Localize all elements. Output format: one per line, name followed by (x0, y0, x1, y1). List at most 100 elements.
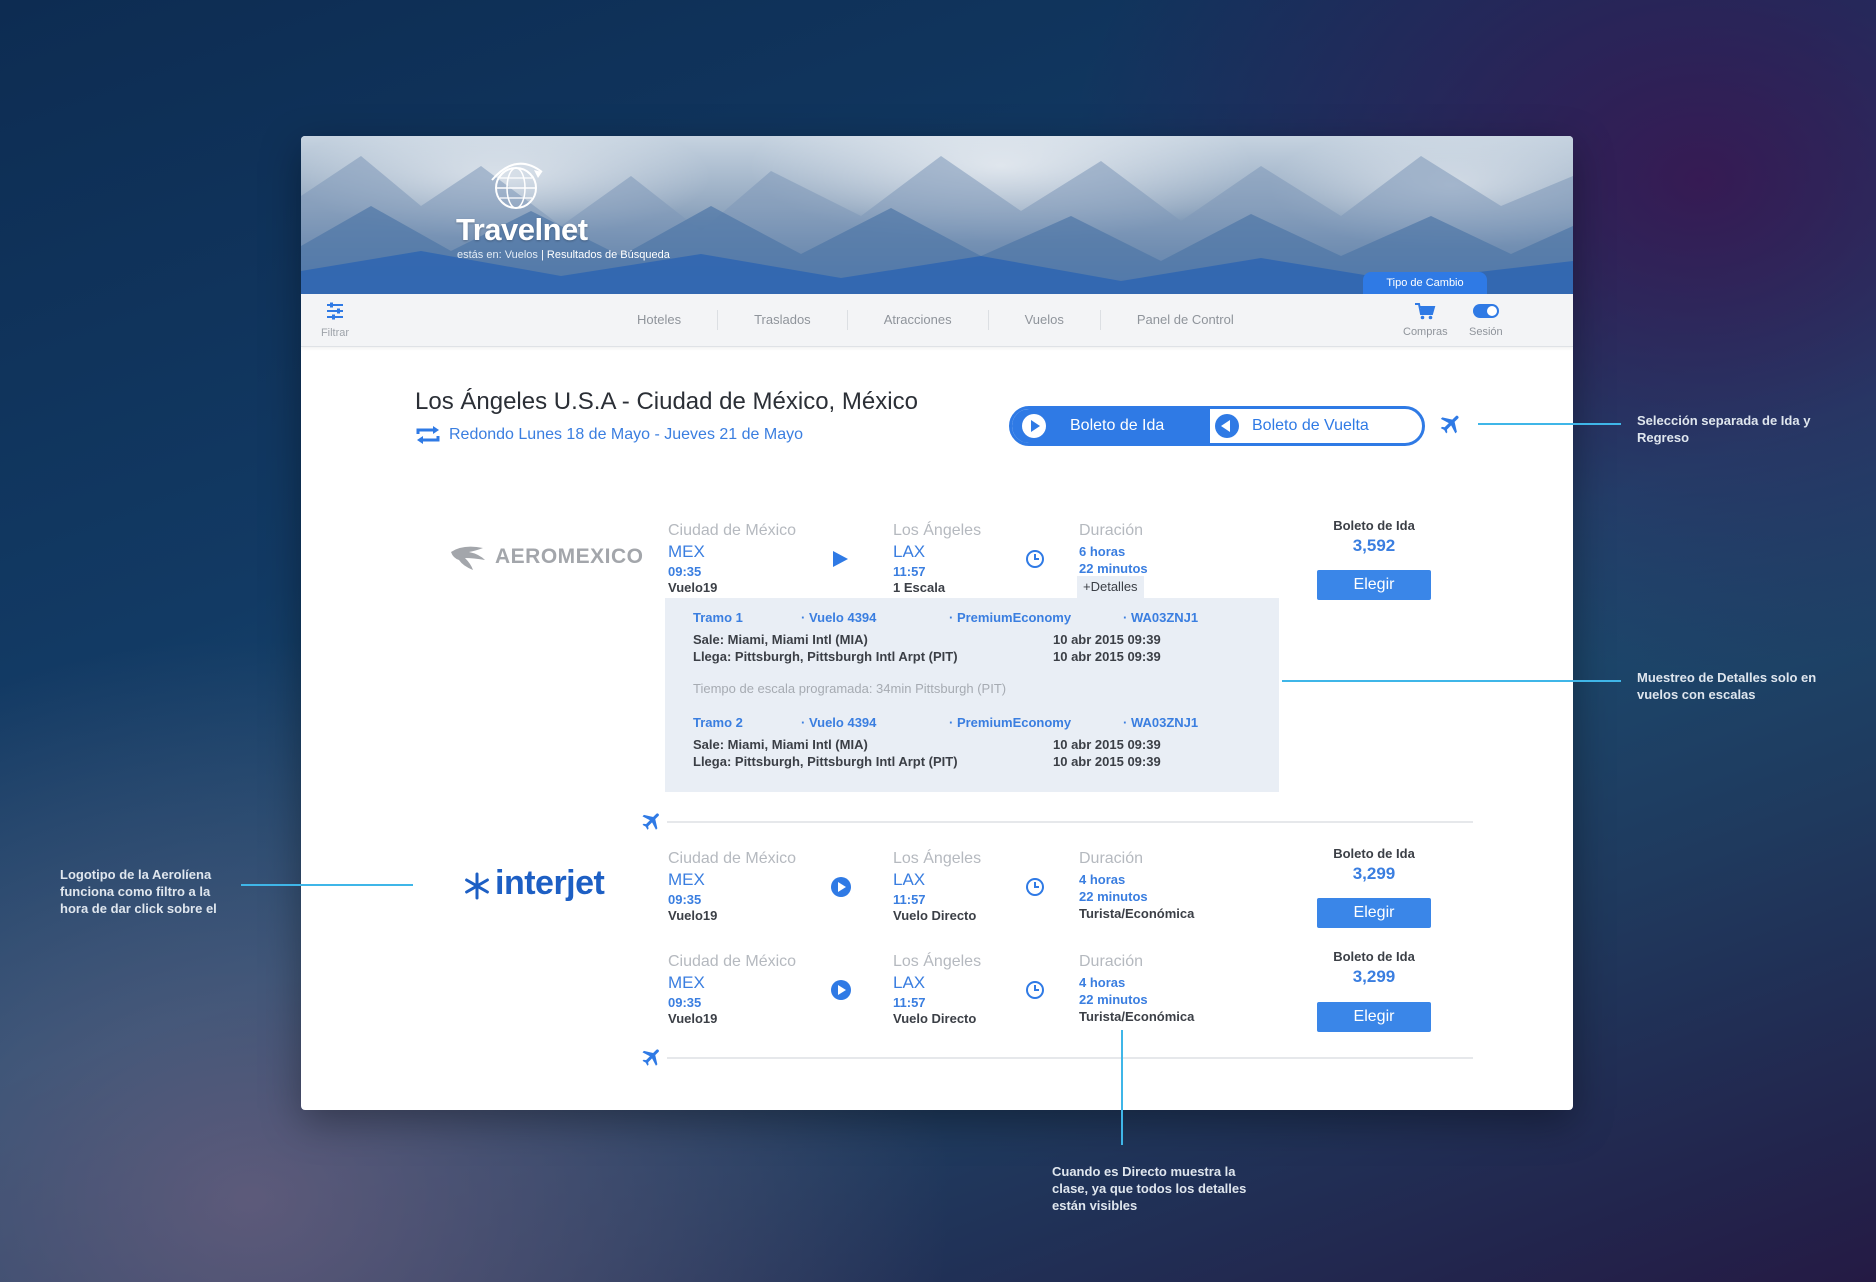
leg-arrival: Llega: Pittsburgh, Pittsburgh Intl Arpt … (693, 649, 958, 664)
sliders-icon (327, 302, 343, 320)
flight-number: Vuelo19 (668, 1011, 718, 1026)
price-label: Boleto de Ida (1333, 846, 1415, 861)
annotation-text: están visibles (1052, 1198, 1138, 1213)
leg-flight: · Vuelo 4394 (801, 715, 877, 730)
leg-cabin: · PremiumEconomy (949, 610, 1072, 625)
route-title: Los Ángeles U.S.A - Ciudad de México, Mé… (415, 388, 918, 415)
annotation-text: Logotipo de la Aerolíena (60, 867, 212, 882)
logo-text: Travelnet (456, 212, 588, 247)
top-nav: Filtrar Hoteles Traslados Atracciones Vu… (301, 294, 1573, 347)
flight-details-panel: Tramo 1 · Vuelo 4394 · PremiumEconomy · … (665, 598, 1279, 792)
leg-departure: Sale: Miami, Miami Intl (MIA) (693, 737, 868, 752)
origin-code: MEX (668, 870, 705, 889)
price-value: 3,299 (1352, 864, 1396, 883)
leg-arrival: Llega: Pittsburgh, Pittsburgh Intl Arpt … (693, 754, 958, 769)
duration-label: Duración (1079, 953, 1144, 970)
tab-return[interactable]: Boleto de Vuelta (1210, 409, 1422, 443)
price-value: 3,592 (1352, 536, 1396, 555)
leg-label: Tramo 2 (693, 715, 743, 730)
exchange-rate-tab[interactable]: Tipo de Cambio (1363, 272, 1487, 294)
menu-item-panel[interactable]: Panel de Control (1099, 310, 1270, 330)
session-button[interactable]: Sesión (1469, 302, 1503, 338)
leg-departure: Sale: Miami, Miami Intl (MIA) (693, 632, 868, 647)
flight-number: Vuelo19 (668, 580, 718, 595)
leg-label: Tramo 1 (693, 610, 743, 625)
price-label: Boleto de Ida (1333, 518, 1415, 533)
origin-code: MEX (668, 542, 705, 561)
annotation-text: Muestreo de Detalles solo en (1637, 670, 1817, 685)
clock-icon (1026, 878, 1044, 896)
filter-button[interactable]: Filtrar (317, 302, 353, 339)
duration-minutes: 22 minutos (1079, 992, 1148, 1007)
annotation-line (1478, 423, 1621, 425)
trip-dates: Redondo Lunes 18 de Mayo - Jueves 21 de … (415, 426, 803, 444)
duration-hours: 4 horas (1079, 872, 1126, 887)
cart-icon (1415, 303, 1436, 320)
annotation-text: hora de dar click sobre el (60, 901, 217, 916)
menu-item-hoteles[interactable]: Hoteles (601, 310, 717, 330)
breadcrumb-separator: | (540, 249, 544, 261)
cart-label: Compras (1403, 326, 1448, 338)
arrival-time: 11:57 (893, 892, 926, 907)
choose-button[interactable]: Elegir (1317, 570, 1431, 600)
cabin-class: Turista/Económica (1079, 1009, 1195, 1024)
breadcrumb: estás en: Vuelos | Resultados de Búsqued… (457, 249, 670, 261)
origin-code: MEX (668, 973, 705, 992)
tab-outbound-label: Boleto de Ida (1070, 417, 1165, 434)
app-window: Travelnet estás en: Vuelos | Resultados … (301, 136, 1573, 1110)
annotation-line (241, 884, 413, 886)
departure-time: 09:35 (668, 564, 702, 579)
duration-hours: 4 horas (1079, 975, 1126, 990)
annotation-text: clase, ya que todos los detalles (1052, 1181, 1247, 1196)
duration-minutes: 22 minutos (1079, 561, 1148, 576)
menu-item-atracciones[interactable]: Atracciones (846, 310, 988, 330)
breadcrumb-section[interactable]: estás en: Vuelos (457, 249, 538, 261)
leg-departure-date: 10 abr 2015 09:39 (1053, 632, 1161, 647)
destination-code: LAX (893, 870, 926, 889)
price-label: Boleto de Ida (1333, 949, 1415, 964)
origin-city: Ciudad de México (668, 953, 797, 970)
play-arrow-icon (833, 551, 848, 567)
destination-city: Los Ángeles (893, 850, 982, 867)
tab-return-label: Boleto de Vuelta (1252, 417, 1369, 434)
cabin-class: Turista/Económica (1079, 906, 1195, 921)
duration-label: Duración (1079, 850, 1144, 867)
cart-button[interactable]: Compras (1403, 302, 1448, 338)
arrival-time: 11:57 (893, 564, 926, 579)
leg-flight: · Vuelo 4394 (801, 610, 877, 625)
departure-time: 09:35 (668, 995, 702, 1010)
main-menu: Hoteles Traslados Atracciones Vuelos Pan… (601, 294, 1270, 346)
clock-icon (1026, 981, 1044, 999)
details-toggle[interactable]: +Detalles (1077, 576, 1144, 598)
plane-icon (642, 1049, 659, 1066)
filter-label: Filtrar (320, 327, 350, 339)
annotation-direct: Cuando es Directo muestra la clase, ya q… (1052, 1163, 1246, 1214)
aeromexico-logo[interactable]: AeroMexico (449, 542, 643, 572)
choose-button[interactable]: Elegir (1317, 898, 1431, 928)
back-icon (1215, 414, 1239, 438)
origin-city: Ciudad de México (668, 850, 797, 867)
leg-departure-date: 10 abr 2015 09:39 (1053, 737, 1161, 752)
menu-item-traslados[interactable]: Traslados (717, 310, 847, 330)
tab-outbound[interactable]: Boleto de Ida (1012, 409, 1210, 443)
origin-city: Ciudad de México (668, 522, 797, 539)
breadcrumb-current: Resultados de Búsqueda (546, 249, 670, 261)
stops: 1 Escala (893, 580, 946, 595)
choose-button[interactable]: Elegir (1317, 1002, 1431, 1032)
roundtrip-icon (416, 426, 440, 444)
annotation-line (1121, 1030, 1123, 1145)
interjet-logo[interactable]: interjet (463, 864, 633, 906)
leg-code: · WA03ZNJ1 (1123, 715, 1199, 730)
flight-number: Vuelo19 (668, 908, 718, 923)
play-circle-icon (831, 980, 851, 1000)
divider (667, 1057, 1473, 1059)
menu-item-vuelos[interactable]: Vuelos (987, 310, 1100, 330)
annotation-logo: Logotipo de la Aerolíena funciona como f… (60, 866, 217, 917)
flight-2-price: Boleto de Ida 3,299 (1317, 846, 1431, 884)
layover-info: Tiempo de escala programada: 34min Pitts… (693, 681, 1007, 696)
trip-direction-toggle: Boleto de Ida Boleto de Vuelta (1009, 406, 1425, 446)
leg-arrival-date: 10 abr 2015 09:39 (1053, 754, 1161, 769)
divider (667, 821, 1473, 823)
trip-dates-text: Redondo Lunes 18 de Mayo - Jueves 21 de … (449, 426, 804, 443)
annotation-text: Cuando es Directo muestra la (1052, 1164, 1236, 1179)
